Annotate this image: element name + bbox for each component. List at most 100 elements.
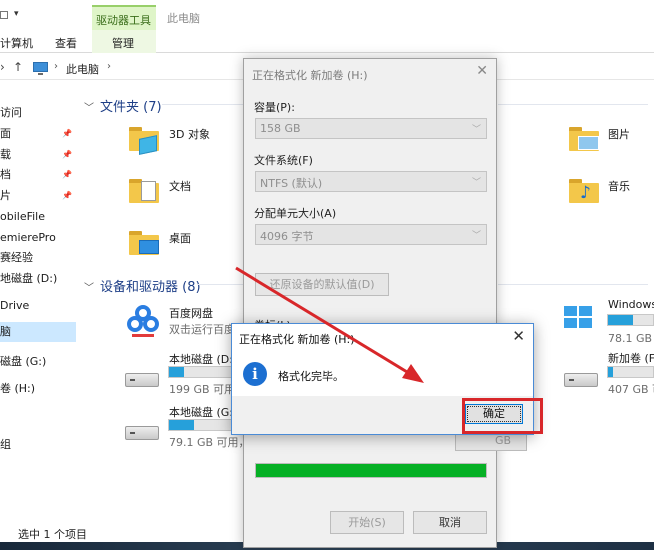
sidebar-item-label: 片: [0, 189, 11, 202]
device-name[interactable]: Windows: [608, 298, 654, 311]
folder-label[interactable]: 音乐: [608, 178, 630, 194]
sidebar-item-label: emierePro: [0, 231, 56, 244]
message-text: 格式化完毕。: [278, 370, 344, 383]
tab-computer[interactable]: 计算机: [0, 35, 33, 51]
sidebar-item-label: 赛经验: [0, 251, 33, 264]
device-name[interactable]: 百度网盘: [169, 305, 213, 321]
sidebar-item[interactable]: 载 📌: [0, 145, 76, 165]
start-button[interactable]: 开始(S): [330, 511, 404, 534]
device-name[interactable]: 本地磁盘 (D:): [169, 351, 237, 367]
sidebar-item-label: 面: [0, 127, 11, 140]
capacity-label: 容量(P):: [254, 101, 295, 114]
window-title: 此电脑: [167, 12, 200, 25]
sidebar-item[interactable]: 地磁盘 (D:): [0, 269, 76, 289]
folders-group-header[interactable]: ﹀ 文件夹 (7): [84, 96, 162, 115]
restore-defaults-button[interactable]: 还原设备的默认值(D): [255, 273, 389, 296]
ribbon-context-tab[interactable]: 驱动器工具: [92, 5, 156, 31]
device-name[interactable]: 本地磁盘 (G:): [169, 404, 237, 420]
quick-access-icon[interactable]: [0, 11, 8, 19]
cancel-button[interactable]: 取消: [413, 511, 487, 534]
format-dialog-title: 正在格式化 新加卷 (H:): [252, 69, 368, 82]
format-progress-bar: [255, 463, 487, 478]
windows-drive-icon[interactable]: [564, 306, 594, 330]
filesystem-value: NTFS (默认): [260, 177, 323, 190]
breadcrumb[interactable]: 此电脑: [66, 61, 99, 77]
group-divider: [162, 104, 247, 105]
folder-music-icon[interactable]: ♪: [569, 179, 599, 203]
sidebar-item-label: obileFile: [0, 210, 45, 223]
folders-group-title: 文件夹 (7): [100, 100, 162, 115]
close-icon[interactable]: ✕: [512, 327, 525, 345]
sidebar-item[interactable]: 脑: [0, 322, 76, 342]
drive-usage-bar: [607, 314, 654, 326]
sidebar-item[interactable]: 组: [0, 435, 76, 455]
baidu-netdisk-icon[interactable]: [126, 303, 160, 337]
hard-drive-icon[interactable]: [564, 373, 598, 387]
status-text: 选中 1 个项目: [18, 528, 87, 541]
devices-group-header[interactable]: ﹀ 设备和驱动器 (8): [84, 276, 201, 295]
drive-usage-bar: [168, 419, 240, 431]
sidebar-item[interactable]: Drive: [0, 296, 76, 316]
drive-free-space: 79.1 GB 可用，: [169, 436, 250, 449]
sidebar-item[interactable]: obileFile: [0, 207, 76, 227]
sidebar-item[interactable]: 卷 (H:): [0, 379, 76, 399]
drive-usage-bar: [168, 366, 240, 378]
quick-access-dropdown-icon[interactable]: ▾: [14, 9, 19, 19]
folder-label[interactable]: 桌面: [169, 230, 191, 246]
pin-icon[interactable]: 📌: [62, 165, 72, 185]
sidebar-item[interactable]: 磁盘 (G:): [0, 352, 76, 372]
folder-label[interactable]: 3D 对象: [169, 126, 210, 142]
sidebar-item[interactable]: 访问: [0, 103, 76, 123]
folder-label[interactable]: 文档: [169, 178, 191, 194]
sidebar-item-label: 访问: [0, 106, 22, 119]
pin-icon[interactable]: 📌: [62, 186, 72, 206]
breadcrumb-separator-icon[interactable]: ›: [107, 61, 111, 72]
chevron-down-icon[interactable]: ﹀: [84, 103, 94, 114]
group-divider: [498, 284, 648, 285]
info-icon: i: [243, 362, 267, 386]
filesystem-select[interactable]: NTFS (默认) ﹀: [255, 171, 487, 192]
chevron-down-icon[interactable]: ﹀: [84, 283, 94, 294]
sidebar-item-label: 地磁盘 (D:): [0, 272, 58, 285]
allocation-select[interactable]: 4096 字节 ﹀: [255, 224, 487, 245]
pin-icon[interactable]: 📌: [62, 145, 72, 165]
device-name[interactable]: 新加卷 (F:: [608, 350, 654, 366]
ribbon-context-tab-label: 驱动器工具: [96, 14, 151, 27]
hard-drive-icon[interactable]: [125, 426, 159, 440]
close-icon[interactable]: ✕: [476, 63, 488, 79]
sidebar-item[interactable]: emierePro: [0, 228, 76, 248]
folder-documents-icon[interactable]: [129, 179, 159, 203]
annotation-highlight-box: [462, 398, 543, 434]
folder-3d-objects-icon[interactable]: [129, 127, 159, 155]
title-bar: ▾ 驱动器工具 此电脑: [0, 0, 654, 31]
pin-icon[interactable]: 📌: [62, 124, 72, 144]
sidebar-item-label: 载: [0, 148, 11, 161]
this-pc-icon: [33, 62, 48, 75]
sidebar-item[interactable]: 赛经验: [0, 248, 76, 268]
tab-manage[interactable]: 管理: [112, 35, 134, 51]
sidebar-item[interactable]: 片 📌: [0, 186, 76, 206]
recent-locations-icon[interactable]: ›: [0, 60, 5, 74]
up-arrow-icon[interactable]: ↑: [13, 60, 23, 74]
sidebar-item-label: Drive: [0, 299, 30, 312]
tab-view[interactable]: 查看: [55, 35, 77, 51]
sidebar-item[interactable]: 档 📌: [0, 165, 76, 185]
group-divider: [498, 104, 648, 105]
drive-free-space: 78.1 GB 可: [608, 332, 654, 345]
navigation-pane: 访问面 📌 载 📌 档 📌 片 📌 obileFile emierePro 赛经验 地磁盘 (D:) D…: [0, 85, 76, 517]
sidebar-item-label: 档: [0, 168, 11, 181]
capacity-select[interactable]: 158 GB ﹀: [255, 118, 487, 139]
breadcrumb-separator-icon[interactable]: ›: [54, 61, 58, 72]
devices-group-title: 设备和驱动器 (8): [100, 280, 201, 295]
allocation-value: 4096 字节: [260, 230, 314, 243]
sidebar-item-label: 脑: [0, 325, 11, 338]
folder-pictures-icon[interactable]: [569, 127, 599, 151]
folder-label[interactable]: 图片: [608, 126, 630, 142]
folder-desktop-icon[interactable]: [129, 231, 159, 255]
capacity-value: 158 GB: [260, 122, 301, 135]
sidebar-item[interactable]: 面 📌: [0, 124, 76, 144]
message-box-title: 正在格式化 新加卷 (H:): [239, 333, 355, 346]
sidebar-item-label: 卷 (H:): [0, 382, 36, 395]
sidebar-item-label: 磁盘 (G:): [0, 355, 47, 368]
hard-drive-icon[interactable]: [125, 373, 159, 387]
